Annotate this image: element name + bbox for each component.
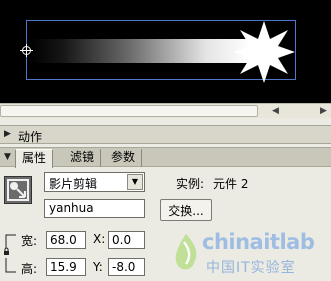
- stage-horizontal-scrollbar[interactable]: ◀ ▶: [0, 103, 331, 118]
- chinaitlab-logo-icon: [175, 234, 197, 270]
- star-burst-shape[interactable]: [232, 20, 296, 84]
- tab-properties[interactable]: 属性: [15, 149, 54, 168]
- actions-panel-title: 动作: [18, 130, 43, 144]
- x-field[interactable]: 0.0: [108, 231, 145, 249]
- height-label: 高:: [21, 262, 38, 276]
- collapse-arrow-icon[interactable]: ▼: [4, 152, 11, 162]
- width-label: 宽:: [21, 234, 38, 248]
- scroll-left-icon[interactable]: ◀: [268, 105, 283, 117]
- y-field[interactable]: -8.0: [108, 258, 145, 276]
- instance-of-value: 元件 2: [213, 177, 249, 191]
- constrain-proportions-lock-icon[interactable]: [4, 234, 17, 274]
- watermark-subtitle: 中国IT实验室: [206, 260, 296, 276]
- gradient-tail-shape[interactable]: [30, 39, 250, 63]
- expand-arrow-icon[interactable]: ▶: [4, 129, 11, 139]
- scrollbar-thumb[interactable]: [0, 105, 258, 117]
- symbol-type-value: 影片剪辑: [49, 177, 98, 191]
- width-field[interactable]: 68.0: [46, 231, 86, 249]
- properties-panel-header: ▼ 属性 滤镜 参数: [0, 147, 331, 168]
- tab-filters[interactable]: 滤镜: [64, 149, 102, 167]
- height-field[interactable]: 15.9: [46, 258, 86, 276]
- symbol-type-select[interactable]: 影片剪辑 ▼: [44, 172, 145, 192]
- registration-point-icon: [20, 44, 33, 57]
- stage-canvas[interactable]: [0, 0, 331, 103]
- watermark-brand: chinaitlab: [202, 230, 315, 254]
- instance-name-input[interactable]: yanhua: [44, 199, 145, 218]
- instance-of-label: 实例:: [176, 177, 205, 191]
- x-label: X:: [93, 232, 106, 246]
- tab-parameters[interactable]: 参数: [105, 149, 143, 167]
- chevron-down-icon[interactable]: ▼: [127, 174, 143, 190]
- movieclip-symbol-icon: [4, 176, 32, 204]
- swap-symbol-button[interactable]: 交换...: [160, 199, 212, 221]
- y-label: Y:: [93, 260, 103, 274]
- scroll-right-icon[interactable]: ▶: [316, 105, 331, 117]
- actions-panel-header[interactable]: ▶ 动作: [0, 125, 331, 144]
